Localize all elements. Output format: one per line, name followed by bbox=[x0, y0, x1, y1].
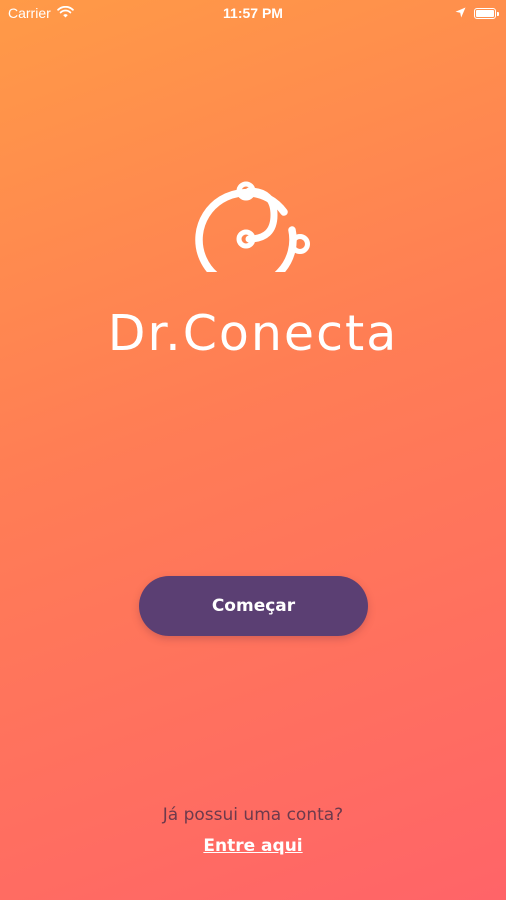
status-time: 11:57 PM bbox=[223, 5, 283, 21]
battery-level bbox=[476, 9, 494, 17]
app-name: Dr.Conecta bbox=[107, 305, 399, 362]
account-question: Já possui uma conta? bbox=[162, 805, 344, 825]
status-right bbox=[455, 5, 499, 21]
battery-icon bbox=[474, 7, 499, 19]
stethoscope-logo-icon bbox=[195, 181, 310, 272]
start-button[interactable]: Começar bbox=[139, 576, 368, 636]
status-bar: Carrier 11:57 PM bbox=[0, 0, 506, 28]
location-arrow-icon bbox=[455, 5, 466, 21]
login-link[interactable]: Entre aqui bbox=[0, 836, 506, 856]
